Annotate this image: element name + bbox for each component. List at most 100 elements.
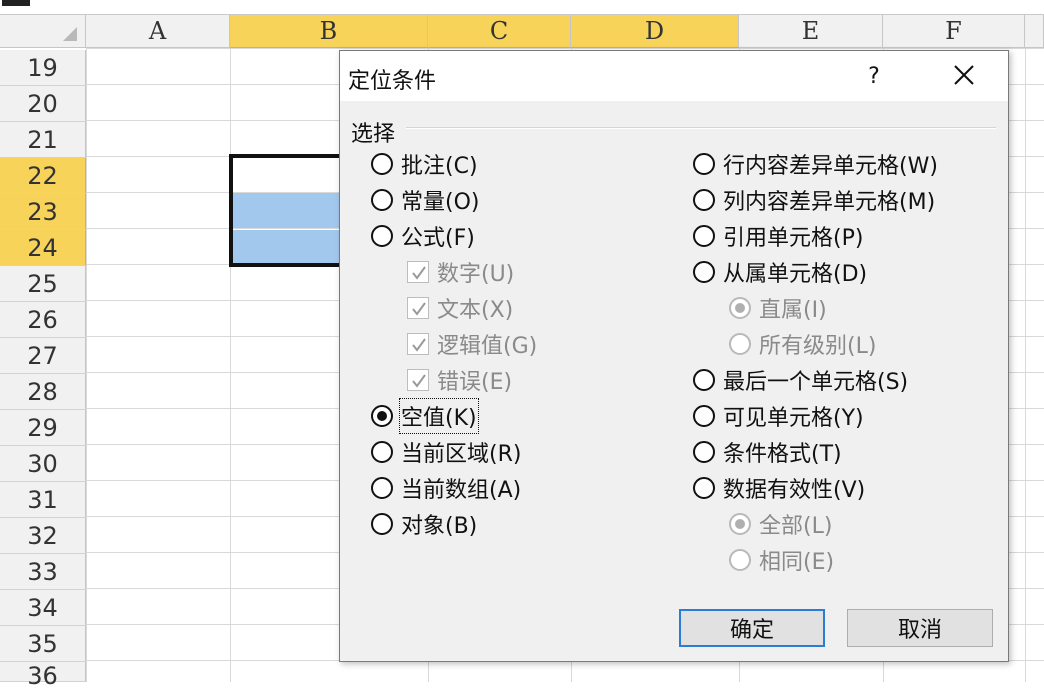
option-current-region[interactable]: 当前区域(R) [371, 436, 521, 468]
checkmark-icon [407, 261, 429, 283]
row-header[interactable]: 35 [0, 626, 86, 662]
row-header[interactable]: 31 [0, 482, 86, 518]
radio-selected-icon [729, 297, 751, 319]
option-numbers[interactable]: 数字(U) [407, 256, 514, 288]
option-conditional-formats[interactable]: 条件格式(T) [693, 436, 842, 468]
option-text[interactable]: 文本(X) [407, 292, 513, 324]
option-label: 可见单元格(Y) [723, 406, 864, 431]
row-header[interactable]: 24 [0, 230, 86, 266]
option-visible-cells[interactable]: 可见单元格(Y) [693, 400, 864, 432]
radio-icon [371, 477, 393, 499]
radio-icon [693, 477, 715, 499]
row-header[interactable]: 27 [0, 338, 86, 374]
option-label: 常量(O) [401, 190, 480, 215]
group-label: 选择 [351, 122, 396, 147]
column-header-e[interactable]: E [739, 15, 883, 48]
row-header[interactable]: 36 [0, 662, 86, 690]
option-label: 公式(F) [401, 226, 475, 251]
row-header[interactable]: 21 [0, 122, 86, 158]
column-header-f[interactable]: F [883, 15, 1025, 48]
column-header-c[interactable]: C [428, 15, 571, 48]
option-column-differences[interactable]: 列内容差异单元格(M) [693, 184, 935, 216]
row-header[interactable]: 22 [0, 158, 86, 194]
option-label: 相同(E) [759, 550, 835, 575]
option-objects[interactable]: 对象(B) [371, 508, 477, 540]
select-all-button[interactable] [0, 15, 86, 48]
row-header[interactable]: 28 [0, 374, 86, 410]
radio-selected-icon [371, 405, 393, 427]
option-errors[interactable]: 错误(E) [407, 364, 512, 396]
option-label: 从属单元格(D) [723, 262, 868, 287]
option-label: 直属(I) [759, 298, 827, 323]
radio-icon [693, 369, 715, 391]
radio-icon [693, 405, 715, 427]
option-label: 空值(K) [399, 398, 479, 434]
option-comments[interactable]: 批注(C) [371, 148, 478, 180]
cancel-button[interactable]: 取消 [847, 609, 993, 647]
checkmark-icon [407, 297, 429, 319]
option-label: 所有级别(L) [759, 334, 877, 359]
option-row-differences[interactable]: 行内容差异单元格(W) [693, 148, 938, 180]
row-header[interactable]: 33 [0, 554, 86, 590]
option-label: 对象(B) [401, 514, 478, 539]
radio-icon [693, 153, 715, 175]
option-label: 文本(X) [437, 298, 514, 323]
option-label: 条件格式(T) [723, 442, 842, 467]
option-label: 列内容差异单元格(M) [723, 190, 936, 215]
select-all-triangle-icon [63, 27, 77, 41]
radio-icon [693, 225, 715, 247]
radio-icon [371, 189, 393, 211]
column-gridline [230, 48, 231, 682]
option-all-levels[interactable]: 所有级别(L) [729, 328, 876, 360]
option-current-array[interactable]: 当前数组(A) [371, 472, 521, 504]
radio-icon [693, 441, 715, 463]
row-header[interactable]: 25 [0, 266, 86, 302]
option-label: 当前区域(R) [401, 442, 522, 467]
column-header-next[interactable] [1025, 15, 1044, 48]
option-dependents[interactable]: 从属单元格(D) [693, 256, 867, 288]
help-icon[interactable]: ? [856, 61, 892, 91]
column-header-d[interactable]: D [571, 15, 739, 48]
radio-icon [729, 333, 751, 355]
option-direct-only[interactable]: 直属(I) [729, 292, 827, 324]
row-header[interactable]: 20 [0, 86, 86, 122]
row-header[interactable]: 34 [0, 590, 86, 626]
ribbon-edge [0, 0, 1044, 15]
go-to-special-dialog: 定位条件 ? 选择 批注(C) 常量(O) 公式(F) 数字(U) 文本(X) … [339, 50, 1009, 662]
row-header[interactable]: 29 [0, 410, 86, 446]
group-divider [406, 127, 996, 129]
close-icon[interactable] [946, 59, 982, 93]
radio-icon [371, 153, 393, 175]
option-label: 引用单元格(P) [723, 226, 864, 251]
option-validation-all[interactable]: 全部(L) [729, 508, 832, 540]
ok-button[interactable]: 确定 [679, 609, 825, 647]
option-label: 行内容差异单元格(W) [723, 154, 938, 179]
option-precedents[interactable]: 引用单元格(P) [693, 220, 863, 252]
row-header[interactable]: 19 [0, 50, 86, 86]
dialog-title: 定位条件 [348, 69, 437, 94]
option-label: 全部(L) [759, 514, 833, 539]
row-header[interactable]: 26 [0, 302, 86, 338]
option-formulas[interactable]: 公式(F) [371, 220, 475, 252]
option-constants[interactable]: 常量(O) [371, 184, 479, 216]
ribbon-edge-mark [2, 0, 30, 6]
dialog-titlebar[interactable]: 定位条件 ? [340, 51, 1008, 101]
option-logicals[interactable]: 逻辑值(G) [407, 328, 537, 360]
row-header[interactable]: 30 [0, 446, 86, 482]
checkmark-icon [407, 333, 429, 355]
row-header[interactable]: 23 [0, 194, 86, 230]
radio-icon [371, 441, 393, 463]
option-label: 逻辑值(G) [437, 334, 538, 359]
option-label: 最后一个单元格(S) [723, 370, 909, 395]
column-header-a[interactable]: A [86, 15, 230, 48]
option-blanks[interactable]: 空值(K) [371, 398, 479, 434]
radio-icon [729, 549, 751, 571]
row-header[interactable]: 32 [0, 518, 86, 554]
option-label: 批注(C) [401, 154, 478, 179]
option-last-cell[interactable]: 最后一个单元格(S) [693, 364, 908, 396]
option-label: 数据有效性(V) [723, 478, 866, 503]
option-data-validation[interactable]: 数据有效性(V) [693, 472, 865, 504]
radio-icon [371, 513, 393, 535]
option-validation-same[interactable]: 相同(E) [729, 544, 834, 576]
column-header-b[interactable]: B [230, 15, 428, 48]
